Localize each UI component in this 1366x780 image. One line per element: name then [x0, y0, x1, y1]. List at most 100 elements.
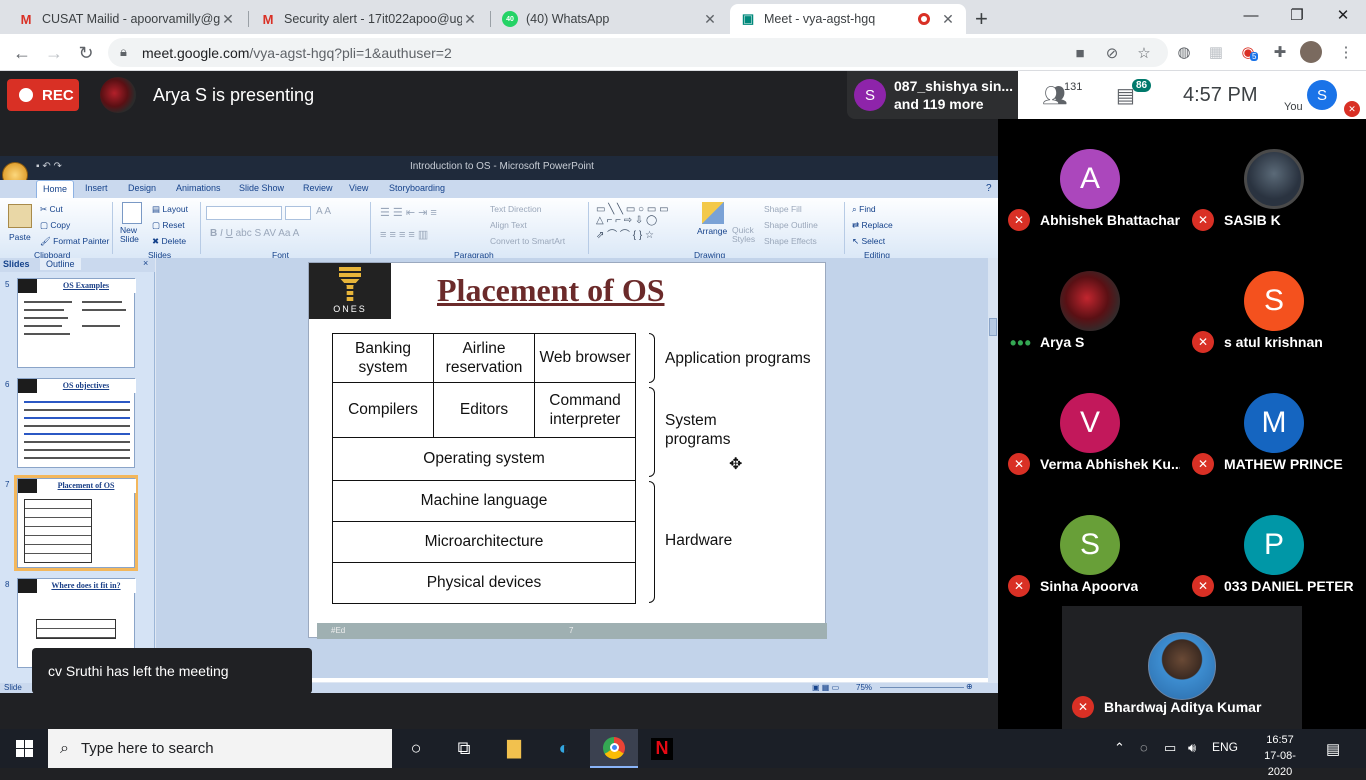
zoom-slider[interactable] — [880, 687, 964, 688]
shape-effects-button[interactable]: Shape Effects — [764, 236, 817, 246]
tab-animations[interactable]: Animations — [176, 183, 221, 193]
eye-off-icon[interactable]: ⊘ — [1100, 41, 1124, 65]
list-icons[interactable]: ☰ ☰ ⇤ ⇥ ≡ — [380, 206, 437, 219]
shape-fill-button[interactable]: Shape Fill — [764, 204, 802, 214]
tab-outline[interactable]: Outline — [40, 258, 81, 270]
profile-avatar[interactable] — [1300, 41, 1322, 63]
help-icon[interactable]: ? — [986, 183, 992, 194]
back-button[interactable]: ← — [8, 39, 36, 67]
chrome-icon[interactable] — [590, 729, 638, 768]
volume-icon[interactable]: 🔊︎ — [1188, 740, 1196, 756]
participant-tile[interactable]: A ✕ Abhishek Bhattachar... — [998, 119, 1182, 241]
arrange-icon[interactable] — [702, 202, 724, 224]
task-view-icon[interactable]: ⧉ — [440, 729, 488, 768]
camera-icon[interactable]: ■ — [1068, 41, 1092, 65]
tab-home[interactable]: Home — [36, 180, 75, 198]
slide-thumbnail[interactable]: OS Examples — [17, 278, 136, 368]
scrollbar-thumb[interactable] — [989, 318, 997, 336]
font-style-icons[interactable]: B I U abc S AV Aa A — [210, 228, 299, 239]
cut-button[interactable]: ✂ Cut — [40, 204, 63, 215]
arrange-button[interactable]: Arrange — [697, 226, 727, 236]
tab-cusat-mail[interactable]: M CUSAT Mailid - apoorvamilly@gm ✕ — [8, 4, 246, 34]
participant-tile[interactable]: S ✕ s atul krishnan — [1182, 241, 1366, 363]
notification-center-icon[interactable]: ▤ — [1326, 740, 1340, 758]
slide-canvas[interactable]: ONES Placement of OS Banking system Airl… — [308, 262, 827, 639]
extension-icon[interactable]: ◍ — [1172, 40, 1196, 64]
tab-slide-show[interactable]: Slide Show — [239, 183, 284, 193]
close-icon[interactable]: ✕ — [940, 11, 956, 28]
address-bar[interactable]: 🔒︎ meet.google.com/vya-agst-hgq?pli=1&au… — [108, 38, 1168, 67]
participant-tile[interactable]: V ✕ Verma Abhishek Ku... — [998, 363, 1182, 485]
participant-tile[interactable]: S ✕ Sinha Apoorva — [998, 485, 1182, 607]
start-button[interactable] — [0, 729, 48, 768]
tab-review[interactable]: Review — [303, 183, 333, 193]
font-name-select[interactable] — [206, 206, 282, 220]
paste-icon[interactable] — [8, 204, 32, 228]
tab-view[interactable]: View — [349, 183, 368, 193]
new-tab-button[interactable]: + — [975, 6, 988, 32]
vertical-scrollbar[interactable] — [988, 258, 998, 683]
other-participants-chip[interactable]: S 087_shishya sin... and 119 more — [847, 71, 1018, 119]
text-direction-button[interactable]: Text Direction — [490, 204, 542, 214]
netflix-icon[interactable]: N — [638, 729, 686, 768]
tray-expand-icon[interactable]: ⌃ — [1114, 740, 1125, 756]
extension-icon[interactable]: ▦ — [1204, 40, 1228, 64]
close-icon[interactable]: × — [143, 258, 148, 268]
self-avatar[interactable]: S — [1307, 80, 1337, 110]
participant-tile[interactable]: M ✕ MATHEW PRINCE — [1182, 363, 1366, 485]
paste-button[interactable]: Paste — [9, 232, 31, 242]
shapes-gallery[interactable]: ▭ ╲ ╲ ▭ ○ ▭ ▭ △ ⌐ ⌐ ⇨ ⇩ ◯ ⇗ ⌒ ⌒ { } ☆ — [596, 204, 669, 241]
font-grow-icon[interactable]: A A — [316, 206, 331, 217]
tab-insert[interactable]: Insert — [85, 183, 108, 193]
participant-tile[interactable]: ••• Arya S — [998, 241, 1182, 363]
zoom-in-icon[interactable]: ⊕ — [966, 682, 973, 691]
close-icon[interactable]: ✕ — [462, 11, 478, 28]
window-close-button[interactable]: ✕ — [1320, 0, 1366, 30]
reset-button[interactable]: ▢ Reset — [152, 220, 185, 231]
participant-tile[interactable]: ✕ SASIB K — [1182, 119, 1366, 241]
participant-tile[interactable]: P ✕ 033 DANIEL PETER — [1182, 485, 1366, 607]
tab-whatsapp[interactable]: 40 (40) WhatsApp ✕ — [492, 4, 728, 34]
language-indicator[interactable]: ENG — [1212, 740, 1238, 754]
puzzle-icon[interactable]: ✚ — [1268, 40, 1292, 64]
battery-icon[interactable]: ▭ — [1164, 740, 1176, 756]
minimize-button[interactable]: — — [1228, 0, 1274, 30]
close-icon[interactable]: ✕ — [220, 11, 236, 28]
align-icons[interactable]: ≡ ≡ ≡ ≡ ▥ — [380, 228, 428, 241]
layout-button[interactable]: ▤ Layout — [152, 204, 188, 215]
taskbar-clock[interactable]: 16:57 17-08-2020 — [1252, 732, 1308, 780]
find-button[interactable]: ⌕ Find — [852, 204, 876, 215]
slide-thumbnail-selected[interactable]: Placement of OS — [14, 475, 138, 571]
extension-icon[interactable]: ◉ 5 — [1236, 40, 1260, 64]
copy-button[interactable]: ▢ Copy — [40, 220, 70, 231]
participant-tile-large[interactable]: ✕ Bhardwaj Aditya Kumar — [1062, 606, 1302, 730]
taskbar-search[interactable]: ⌕ Type here to search — [48, 729, 392, 768]
file-explorer-icon[interactable]: ▇ — [490, 729, 538, 768]
reload-button[interactable]: ↻ — [72, 39, 100, 67]
tab-security-alert[interactable]: M Security alert - 17it022apoo@ug ✕ — [250, 4, 488, 34]
bookmark-star-icon[interactable]: ☆ — [1132, 41, 1156, 65]
replace-button[interactable]: ⇄ Replace — [852, 220, 893, 231]
tab-meet[interactable]: ▣ Meet - vya-agst-hgq ✕ — [730, 4, 966, 34]
quick-styles-button[interactable]: Quick Styles — [732, 226, 758, 244]
tab-design[interactable]: Design — [128, 183, 156, 193]
cortana-icon[interactable]: ○ — [392, 729, 440, 768]
font-size-select[interactable] — [285, 206, 311, 220]
close-icon[interactable]: ✕ — [702, 11, 718, 28]
format-painter-button[interactable]: 🖌︎ Format Painter — [40, 236, 109, 247]
network-icon[interactable]: ◌ — [1140, 740, 1148, 755]
forward-button[interactable]: → — [40, 39, 68, 67]
shape-outline-button[interactable]: Shape Outline — [764, 220, 818, 230]
slide-thumbnail[interactable]: OS objectives — [17, 378, 136, 468]
select-button[interactable]: ↖ Select — [852, 236, 885, 247]
quick-access-icon[interactable]: ▪ ↶ ↷ — [36, 161, 62, 172]
menu-icon[interactable]: ⋮ — [1334, 40, 1358, 64]
new-slide-button[interactable]: New Slide — [120, 226, 148, 244]
restore-button[interactable]: ❐ — [1274, 0, 1320, 30]
tab-slides[interactable]: Slides — [3, 259, 30, 269]
align-text-button[interactable]: Align Text — [490, 220, 527, 230]
smartart-button[interactable]: Convert to SmartArt — [490, 236, 565, 246]
tab-storyboarding[interactable]: Storyboarding — [389, 183, 445, 193]
edge-icon[interactable]: ◐ — [540, 729, 588, 768]
view-buttons[interactable]: ▣ ▦ ▭ — [812, 683, 839, 692]
